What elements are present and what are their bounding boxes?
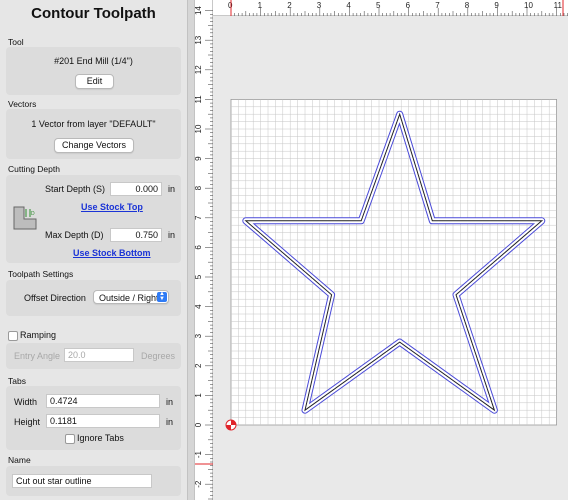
change-vectors-button[interactable]: Change Vectors: [54, 138, 134, 153]
ruler-label: 11: [554, 1, 563, 10]
tab-width-input[interactable]: 0.4724: [46, 394, 160, 408]
tool-name: #201 End Mill (1/4"): [54, 56, 133, 66]
entry-angle-label: Entry Angle: [14, 351, 61, 361]
ruler-label: 11: [195, 95, 203, 104]
depth-diagram-icon: D: [13, 206, 37, 230]
ruler-label: 2: [195, 363, 203, 368]
ruler-label: 2: [287, 1, 292, 10]
tab-height-unit: in: [166, 417, 174, 427]
ruler-label: -1: [195, 450, 203, 458]
ruler-label: 8: [195, 185, 203, 190]
max-depth-unit: in: [168, 230, 176, 240]
max-depth-input[interactable]: 0.750: [110, 228, 162, 242]
tool-panel: #201 End Mill (1/4") Edit: [6, 47, 181, 95]
origin-icon-quadrant: [226, 425, 231, 430]
tab-width-label: Width: [14, 397, 38, 407]
ruler-label: 4: [195, 304, 203, 309]
vectors-panel: 1 Vector from layer "DEFAULT" Change Vec…: [6, 109, 181, 159]
ruler-label: 7: [435, 1, 440, 10]
entry-angle-unit: Degrees: [141, 351, 176, 361]
ruler-label: 13: [195, 35, 203, 44]
ruler-label: -2: [195, 480, 203, 488]
ruler-label: 4: [346, 1, 351, 10]
horizontal-ruler: 0 1 2 3 4 5 6 7 8 9 10 11: [213, 0, 568, 16]
name-panel: Cut out star outline: [6, 466, 181, 496]
tabs-panel: Width 0.4724 in Height 0.1181 in Ignore …: [6, 386, 181, 450]
ruler-label: 3: [317, 1, 322, 10]
cutting-depth-section-header: Cutting Depth: [8, 164, 60, 174]
ramping-panel: Entry Angle 20.0 Degrees: [6, 343, 181, 369]
canvas-drawing: [225, 99, 558, 431]
horizontal-ruler-ticks: 0 1 2 3 4 5 6 7 8 9 10 11: [228, 0, 568, 16]
vectors-summary: 1 Vector from layer "DEFAULT": [31, 119, 156, 129]
use-stock-top-link[interactable]: Use Stock Top: [81, 202, 143, 212]
ruler-label: 3: [195, 333, 203, 338]
toolpath-panel: Contour Toolpath Tool #201 End Mill (1/4…: [0, 0, 187, 500]
entry-angle-input[interactable]: 20.0: [64, 348, 134, 362]
max-depth-label: Max Depth (D): [45, 230, 104, 240]
ruler-label: 6: [406, 1, 411, 10]
tool-section-header: Tool: [8, 37, 24, 47]
svg-text:D: D: [31, 211, 35, 217]
tab-height-input[interactable]: 0.1181: [46, 414, 160, 428]
ignore-tabs-checkbox[interactable]: [65, 434, 75, 444]
ruler-label: 5: [195, 274, 203, 279]
tab-width-unit: in: [166, 397, 174, 407]
vectors-section-header: Vectors: [8, 99, 37, 109]
ruler-label: 9: [195, 156, 203, 161]
ramping-label: Ramping: [20, 330, 57, 340]
ignore-tabs-label: Ignore Tabs: [77, 433, 124, 443]
panel-splitter[interactable]: [187, 0, 195, 500]
toolpath-settings-section-header: Toolpath Settings: [8, 269, 74, 279]
tab-height-label: Height: [14, 417, 41, 427]
edit-tool-button[interactable]: Edit: [75, 74, 114, 89]
name-section-header: Name: [8, 455, 31, 465]
ruler-label: 7: [195, 215, 203, 220]
ruler-label: 0: [195, 422, 203, 427]
design-canvas[interactable]: [213, 16, 568, 500]
vertical-ruler: 14131211109876543210-1-2: [195, 0, 213, 500]
start-depth-label: Start Depth (S): [45, 184, 106, 194]
start-depth-unit: in: [168, 184, 176, 194]
offset-direction-value: Outside / Right: [99, 293, 159, 303]
ruler-label: 12: [195, 65, 203, 74]
panel-title: Contour Toolpath: [31, 5, 156, 22]
ruler-label: 9: [494, 1, 499, 10]
ruler-label: 10: [195, 124, 203, 133]
tabs-section-header: Tabs: [8, 376, 26, 386]
ruler-label: 1: [258, 1, 263, 10]
ruler-label: 10: [524, 1, 533, 10]
updown-chevron-icon: ▲ ▼: [157, 291, 167, 302]
toolpath-settings-panel: Offset Direction Outside / Right ▲ ▼: [6, 280, 181, 316]
offset-direction-select[interactable]: Outside / Right ▲ ▼: [93, 290, 169, 304]
ruler-label: 8: [465, 1, 470, 10]
vertical-ruler-ticks: 14131211109876543210-1-2: [195, 6, 213, 500]
start-depth-input[interactable]: 0.000: [110, 182, 162, 196]
ruler-label: 1: [195, 393, 203, 398]
ruler-label: 6: [195, 245, 203, 250]
toolpath-name-input[interactable]: Cut out star outline: [12, 474, 152, 488]
ruler-label: 5: [376, 1, 381, 10]
ramping-checkbox[interactable]: [8, 331, 18, 341]
cutting-depth-panel: Start Depth (S) 0.000 in Use Stock Top D…: [6, 175, 181, 263]
ruler-label: 14: [195, 6, 203, 15]
offset-direction-label: Offset Direction: [24, 293, 86, 303]
use-stock-bottom-link[interactable]: Use Stock Bottom: [73, 248, 151, 258]
